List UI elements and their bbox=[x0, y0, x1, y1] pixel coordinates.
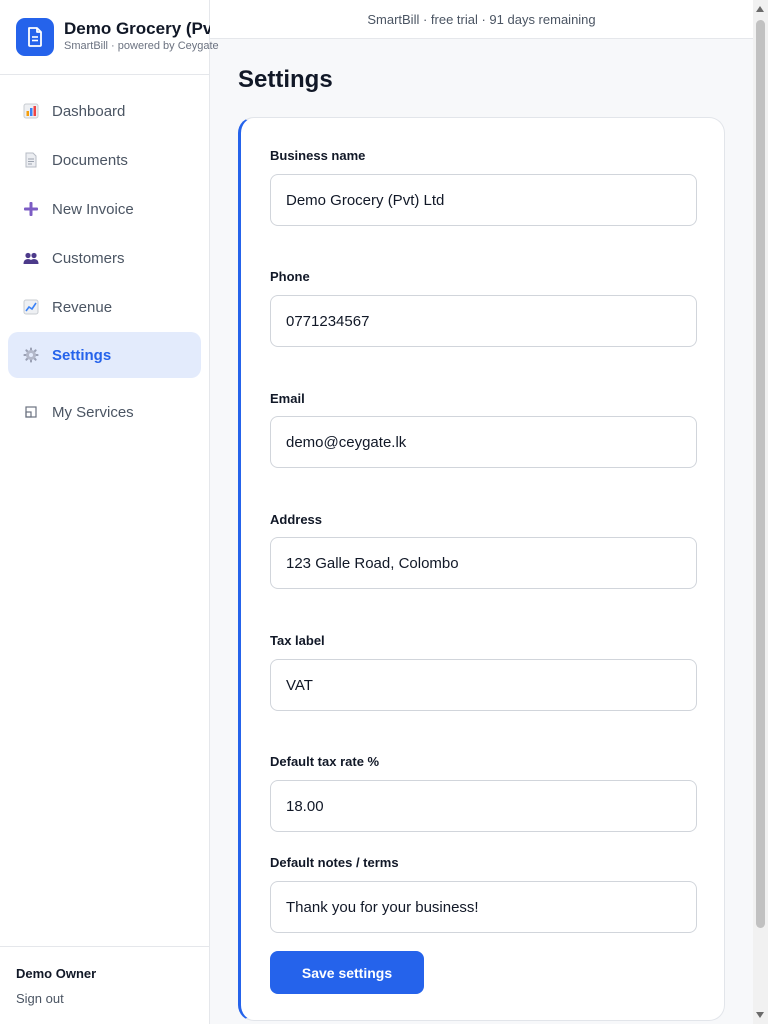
sidebar: Demo Grocery (Pvt) Ltd SmartBill · power… bbox=[0, 0, 255, 1024]
notes-input[interactable] bbox=[270, 881, 697, 933]
tax-label-label: Tax label bbox=[270, 633, 325, 648]
scrollbar-thumb[interactable] bbox=[756, 20, 765, 928]
sidebar-item-label: Revenue bbox=[52, 298, 113, 316]
sidebar-item-new-invoice[interactable]: New Invoice bbox=[8, 186, 201, 232]
sidebar-item-settings[interactable]: Settings bbox=[8, 332, 201, 378]
users-icon bbox=[22, 249, 40, 267]
trial-status: SmartBill · free trial · 91 days remaini… bbox=[367, 12, 596, 27]
brand-subtitle: SmartBill · powered by Ceygate bbox=[64, 40, 219, 52]
address-input[interactable] bbox=[270, 537, 697, 589]
sidebar-item-documents[interactable]: Documents bbox=[8, 137, 201, 183]
scroll-up-arrow-icon[interactable] bbox=[756, 6, 764, 12]
sidebar-footer: Demo Owner Sign out bbox=[0, 946, 209, 1024]
sidebar-item-label: My Services bbox=[52, 403, 134, 421]
email-label: Email bbox=[270, 391, 305, 406]
tax-rate-input[interactable] bbox=[270, 780, 697, 832]
brand-header: Demo Grocery (Pvt) Ltd SmartBill · power… bbox=[0, 0, 255, 75]
phone-label: Phone bbox=[270, 269, 310, 284]
sidebar-item-customers[interactable]: Customers bbox=[8, 235, 201, 281]
sidebar-item-label: Settings bbox=[52, 346, 112, 364]
tax-label-input[interactable] bbox=[270, 659, 697, 711]
address-label: Address bbox=[270, 512, 323, 527]
bar-chart-icon bbox=[22, 102, 40, 120]
sign-out-link[interactable]: Sign out bbox=[16, 991, 64, 1006]
plus-icon bbox=[22, 200, 40, 218]
phone-input[interactable] bbox=[270, 295, 697, 347]
save-settings-button[interactable]: Save settings bbox=[270, 951, 424, 994]
top-bar: SmartBill · free trial · 91 days remaini… bbox=[210, 0, 753, 39]
sidebar-item-my-services[interactable]: My Services bbox=[8, 389, 201, 435]
notes-label: Default notes / terms bbox=[270, 855, 399, 870]
line-chart-icon bbox=[22, 298, 40, 316]
business-name-label: Business name bbox=[270, 148, 366, 163]
settings-form-card: Business name Phone Email Address Tax la… bbox=[238, 117, 725, 1021]
sidebar-item-dashboard[interactable]: Dashboard bbox=[8, 88, 201, 134]
sidebar-item-revenue[interactable]: Revenue bbox=[8, 284, 201, 330]
tax-rate-label: Default tax rate % bbox=[270, 754, 380, 769]
sidebar-item-label: Documents bbox=[52, 151, 128, 169]
email-input[interactable] bbox=[270, 416, 697, 468]
business-name-input[interactable] bbox=[270, 174, 697, 226]
document-icon bbox=[22, 151, 40, 169]
sidebar-item-label: Dashboard bbox=[52, 102, 126, 120]
scroll-down-arrow-icon[interactable] bbox=[756, 1012, 764, 1018]
sidebar-item-label: Customers bbox=[52, 249, 125, 267]
sidebar-item-label: New Invoice bbox=[52, 200, 134, 218]
owner-name: Demo Owner bbox=[16, 966, 97, 981]
services-icon bbox=[22, 403, 40, 421]
gear-icon bbox=[22, 346, 40, 364]
document-icon bbox=[16, 18, 54, 56]
page-scrollbar[interactable] bbox=[753, 0, 768, 1024]
page-title: Settings bbox=[238, 66, 333, 93]
